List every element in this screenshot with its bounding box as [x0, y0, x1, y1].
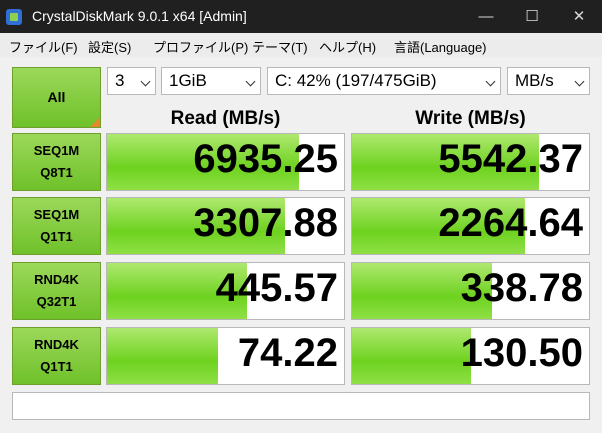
app-icon: [6, 9, 22, 25]
size-value: 1GiB: [169, 71, 207, 90]
write-bar: [352, 328, 471, 384]
size-select[interactable]: 1GiB: [161, 67, 261, 95]
read-result-cell: 74.22: [106, 327, 345, 385]
all-button[interactable]: All: [12, 67, 101, 128]
test-label-line2: Q1T1: [40, 229, 73, 244]
menu-language[interactable]: 言語(Language): [394, 37, 487, 56]
minimize-button[interactable]: —: [463, 0, 509, 33]
read-header: Read (MB/s): [170, 108, 281, 129]
write-result-cell: 2264.64: [351, 197, 590, 255]
count-value: 3: [115, 71, 125, 90]
test-button-seq1m-q8t1[interactable]: SEQ1M Q8T1: [12, 133, 101, 191]
test-button-rnd4k-q32t1[interactable]: RND4K Q32T1: [12, 262, 101, 320]
window-title: CrystalDiskMark 9.0.1 x64 [Admin]: [32, 8, 247, 24]
test-button-rnd4k-q1t1[interactable]: RND4K Q1T1: [12, 327, 101, 385]
read-result-cell: 445.57: [106, 262, 345, 320]
close-button[interactable]: ✕: [556, 0, 602, 33]
write-value: 338.78: [460, 266, 583, 310]
maximize-button[interactable]: ☐: [509, 0, 555, 33]
count-select[interactable]: 3: [107, 67, 156, 95]
write-value: 130.50: [460, 331, 583, 375]
test-label-line1: RND4K: [34, 272, 79, 287]
chevron-down-icon: [140, 76, 151, 87]
read-bar: [107, 328, 219, 384]
menu-bar: ファイル(F) 設定(S) プロファイル(P) テーマ(T) ヘルプ(H) 言語…: [0, 33, 602, 57]
test-button-seq1m-q1t1[interactable]: SEQ1M Q1T1: [12, 197, 101, 255]
all-button-label: All: [47, 89, 66, 105]
read-value: 6935.25: [193, 137, 338, 181]
menu-profile[interactable]: プロファイル(P): [153, 37, 248, 56]
write-result-cell: 130.50: [351, 327, 590, 385]
test-label-line1: SEQ1M: [33, 207, 80, 222]
read-value: 445.57: [215, 266, 338, 310]
menu-settings[interactable]: 設定(S): [88, 37, 131, 56]
write-value: 2264.64: [438, 201, 583, 245]
chevron-down-icon: [574, 76, 585, 87]
test-label-line1: SEQ1M: [33, 143, 80, 158]
read-result-cell: 3307.88: [106, 197, 345, 255]
unit-value: MB/s: [515, 71, 554, 90]
write-header: Write (MB/s): [415, 108, 526, 129]
menu-help[interactable]: ヘルプ(H): [319, 37, 376, 56]
test-label-line2: Q8T1: [40, 165, 73, 180]
write-result-cell: 5542.37: [351, 133, 590, 191]
write-value: 5542.37: [438, 137, 583, 181]
menu-theme[interactable]: テーマ(T): [252, 37, 308, 56]
read-result-cell: 6935.25: [106, 133, 345, 191]
comment-field[interactable]: [12, 392, 590, 420]
write-result-cell: 338.78: [351, 262, 590, 320]
read-value: 74.22: [237, 331, 338, 375]
test-label-line1: RND4K: [34, 337, 79, 352]
drive-select[interactable]: C: 42% (197/475GiB): [267, 67, 501, 95]
menu-file[interactable]: ファイル(F): [9, 37, 78, 56]
read-value: 3307.88: [193, 201, 338, 245]
corner-marker: [90, 117, 100, 127]
title-bar: CrystalDiskMark 9.0.1 x64 [Admin] — ☐ ✕: [0, 0, 602, 33]
drive-value: C: 42% (197/475GiB): [275, 71, 437, 90]
chevron-down-icon: [245, 76, 256, 87]
test-label-line2: Q32T1: [36, 294, 77, 309]
test-label-line2: Q1T1: [40, 359, 73, 374]
chevron-down-icon: [485, 76, 496, 87]
unit-select[interactable]: MB/s: [507, 67, 590, 95]
